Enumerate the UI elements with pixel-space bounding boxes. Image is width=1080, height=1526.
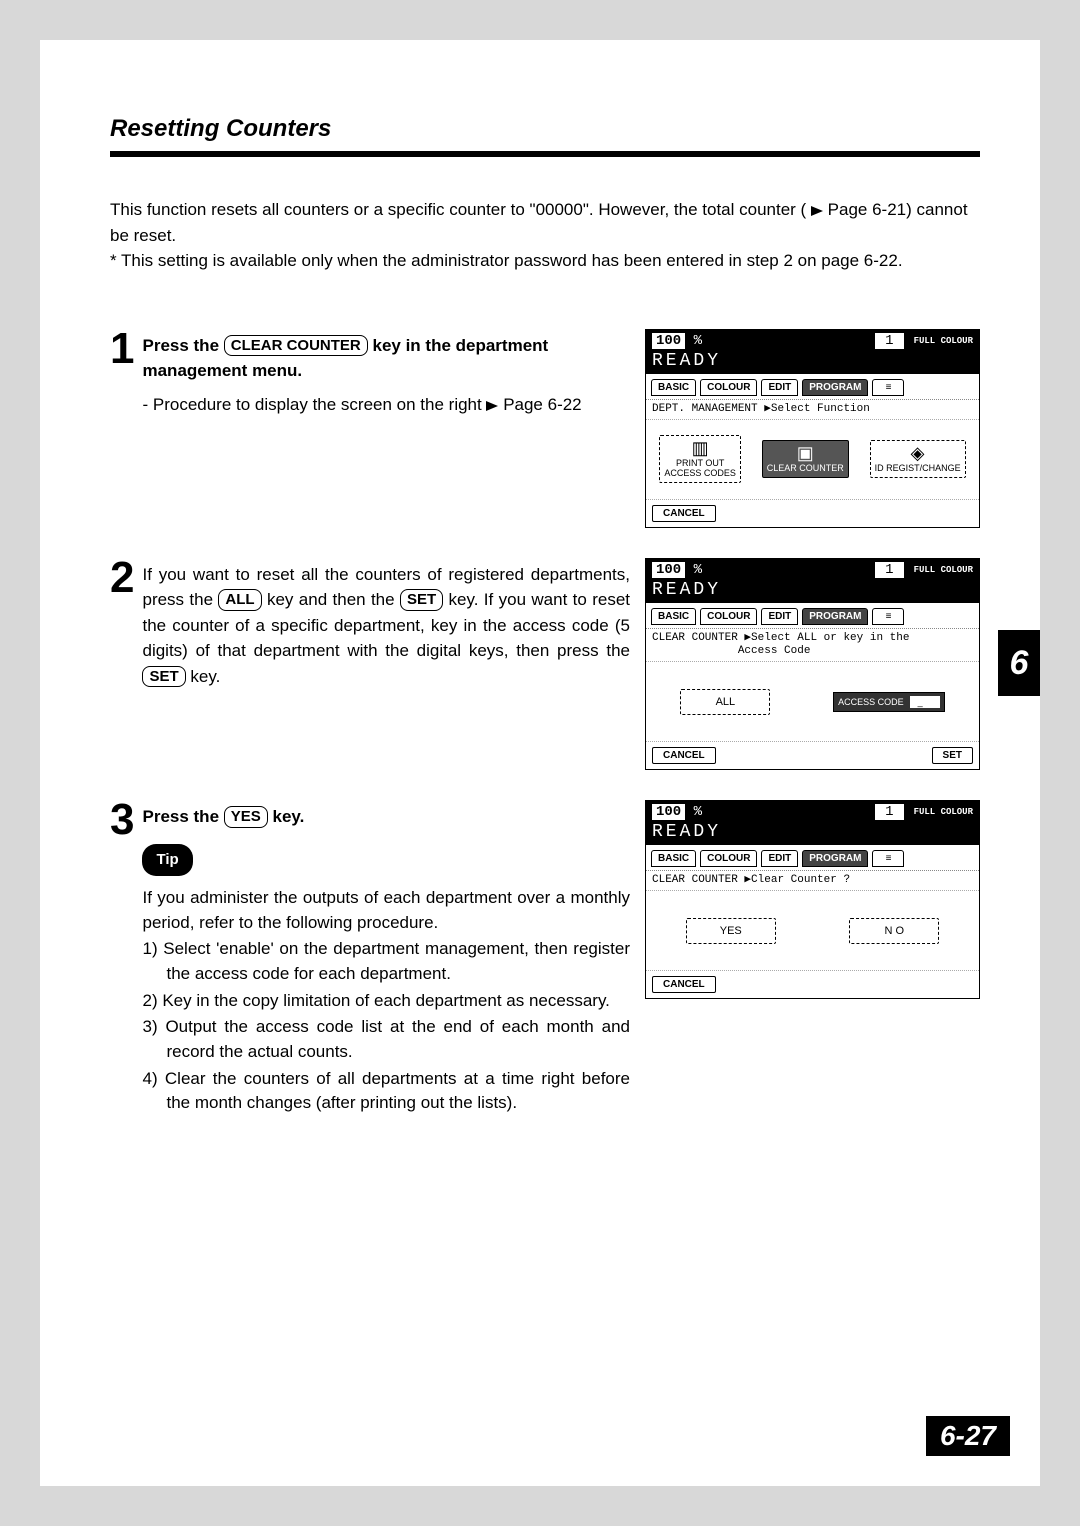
page-title: Resetting Counters bbox=[110, 115, 980, 143]
step-2-t2: key and then the bbox=[267, 590, 400, 609]
tab-basic[interactable]: BASIC bbox=[651, 608, 696, 625]
tab-extra-icon[interactable]: ≡ bbox=[872, 608, 904, 625]
cancel-button[interactable]: CANCEL bbox=[652, 505, 716, 522]
tab-colour[interactable]: COLOUR bbox=[700, 850, 757, 867]
tab-edit[interactable]: EDIT bbox=[761, 608, 798, 625]
screen-3: 100 % 1 FULL COLOUR READY BASIC COLOUR E… bbox=[645, 800, 980, 999]
zoom-percent: 100 bbox=[652, 804, 685, 820]
tip-item-3: 3) Output the access code list at the en… bbox=[142, 1015, 630, 1064]
step-2-number: 2 bbox=[110, 558, 134, 598]
copy-count: 1 bbox=[875, 333, 903, 349]
screen-2-prompt: CLEAR COUNTER ▶Select ALL or key in the … bbox=[646, 629, 979, 662]
step-3: 3 Press the YES key. Tip If you administ… bbox=[110, 800, 980, 1116]
chapter-tab: 6 bbox=[998, 630, 1040, 696]
screen-1-prompt: DEPT. MANAGEMENT ▶Select Function bbox=[646, 400, 979, 420]
btn-printout-l2: ACCESS CODES bbox=[664, 468, 736, 478]
full-colour-label: FULL COLOUR bbox=[914, 565, 973, 575]
id-regist-change-button[interactable]: ◈ ID REGIST/CHANGE bbox=[870, 440, 966, 478]
access-code-label: ACCESS CODE bbox=[838, 697, 904, 707]
btn-printout-l1: PRINT OUT bbox=[676, 458, 724, 468]
intro-block: This function resets all counters or a s… bbox=[110, 197, 980, 274]
zoom-percent: 100 bbox=[652, 333, 685, 349]
counter-icon: ▣ bbox=[767, 444, 844, 462]
clear-counter-button[interactable]: ▣ CLEAR COUNTER bbox=[762, 440, 849, 478]
screen-3-prompt: CLEAR COUNTER ▶Clear Counter ? bbox=[646, 871, 979, 891]
step-3-post: key. bbox=[273, 807, 305, 826]
step-2-t4: key. bbox=[190, 667, 220, 686]
set-key-2: SET bbox=[142, 666, 185, 688]
tab-extra-icon[interactable]: ≡ bbox=[872, 850, 904, 867]
intro-text-1: This function resets all counters or a s… bbox=[110, 200, 806, 219]
clear-counter-key: CLEAR COUNTER bbox=[224, 335, 368, 357]
btn-id-regist: ID REGIST/CHANGE bbox=[875, 463, 961, 473]
printout-icon: ▥ bbox=[664, 439, 736, 457]
step-1-number: 1 bbox=[110, 329, 134, 369]
set-button[interactable]: SET bbox=[932, 747, 973, 764]
yes-key: YES bbox=[224, 806, 268, 828]
print-out-access-codes-button[interactable]: ▥ PRINT OUT ACCESS CODES bbox=[659, 435, 741, 483]
tip-badge: Tip bbox=[142, 844, 192, 877]
step-1-sub-ref: Page 6-22 bbox=[503, 395, 581, 414]
tab-basic[interactable]: BASIC bbox=[651, 379, 696, 396]
page-number: 6-27 bbox=[926, 1416, 1010, 1456]
cancel-button[interactable]: CANCEL bbox=[652, 747, 716, 764]
copy-count: 1 bbox=[875, 562, 903, 578]
btn-clear-counter: CLEAR COUNTER bbox=[767, 463, 844, 473]
no-button[interactable]: N O bbox=[849, 918, 939, 944]
percent-symbol: % bbox=[694, 333, 702, 349]
intro-note: * This setting is available only when th… bbox=[110, 251, 903, 270]
set-key-1: SET bbox=[400, 589, 443, 611]
step-1-text-pre: Press the bbox=[142, 336, 223, 355]
tab-colour[interactable]: COLOUR bbox=[700, 379, 757, 396]
tip-intro: If you administer the outputs of each de… bbox=[142, 886, 630, 935]
title-underline bbox=[110, 151, 980, 157]
tab-program[interactable]: PROGRAM bbox=[802, 608, 868, 625]
tip-item-4: 4) Clear the counters of all departments… bbox=[142, 1067, 630, 1116]
step-1-sub: - Procedure to display the screen on the… bbox=[142, 395, 486, 414]
step-2: 2 If you want to reset all the counters … bbox=[110, 558, 980, 770]
tab-extra-icon[interactable]: ≡ bbox=[872, 379, 904, 396]
tip-item-2: 2) Key in the copy limitation of each de… bbox=[142, 989, 630, 1014]
tab-edit[interactable]: EDIT bbox=[761, 379, 798, 396]
arrow-right-icon bbox=[811, 206, 823, 216]
all-key: ALL bbox=[218, 589, 261, 611]
tab-edit[interactable]: EDIT bbox=[761, 850, 798, 867]
tab-program[interactable]: PROGRAM bbox=[802, 850, 868, 867]
copy-count: 1 bbox=[875, 804, 903, 820]
all-button[interactable]: ALL bbox=[680, 689, 770, 715]
full-colour-label: FULL COLOUR bbox=[914, 336, 973, 346]
step-3-number: 3 bbox=[110, 800, 134, 840]
percent-symbol: % bbox=[694, 804, 702, 820]
screen-1: 100 % 1 FULL COLOUR READY BASIC COLOUR E… bbox=[645, 329, 980, 528]
full-colour-label: FULL COLOUR bbox=[914, 807, 973, 817]
ready-status: READY bbox=[652, 351, 973, 371]
access-code-field[interactable]: ACCESS CODE _ bbox=[833, 692, 945, 712]
cancel-button[interactable]: CANCEL bbox=[652, 976, 716, 993]
tab-basic[interactable]: BASIC bbox=[651, 850, 696, 867]
yes-button[interactable]: YES bbox=[686, 918, 776, 944]
tab-program[interactable]: PROGRAM bbox=[802, 379, 868, 396]
id-card-icon: ◈ bbox=[875, 444, 961, 462]
ready-status: READY bbox=[652, 580, 973, 600]
step-3-pre: Press the bbox=[142, 807, 223, 826]
arrow-right-icon bbox=[486, 401, 498, 411]
tip-item-1: 1) Select 'enable' on the department man… bbox=[142, 937, 630, 986]
step-1: 1 Press the CLEAR COUNTER key in the dep… bbox=[110, 329, 980, 528]
screen-2: 100 % 1 FULL COLOUR READY BASIC COLOUR E… bbox=[645, 558, 980, 770]
tab-colour[interactable]: COLOUR bbox=[700, 608, 757, 625]
zoom-percent: 100 bbox=[652, 562, 685, 578]
percent-symbol: % bbox=[694, 562, 702, 578]
ready-status: READY bbox=[652, 822, 973, 842]
access-code-input[interactable]: _ bbox=[910, 696, 940, 708]
